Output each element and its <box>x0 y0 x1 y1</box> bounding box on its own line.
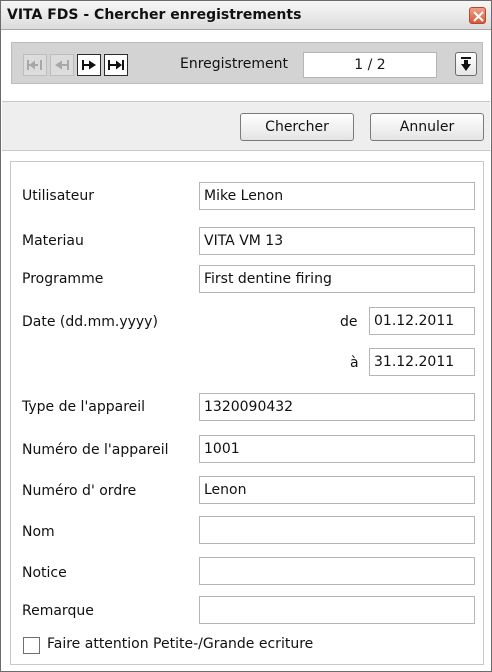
record-navigator: Enregistrement 1 / 2 <box>11 42 483 84</box>
cancel-button[interactable]: Annuler <box>370 113 484 141</box>
last-record-button[interactable] <box>104 54 128 76</box>
search-button[interactable]: Chercher <box>240 113 354 141</box>
user-field[interactable]: Mike Lenon <box>199 182 475 210</box>
notice-label: Notice <box>22 565 67 581</box>
record-label: Enregistrement <box>180 56 289 72</box>
previous-record-icon <box>55 60 69 70</box>
user-label: Utilisateur <box>22 188 95 204</box>
material-field[interactable]: VITA VM 13 <box>199 227 475 255</box>
first-record-icon <box>27 60 42 70</box>
name-label: Nom <box>22 524 55 540</box>
order-number-label: Numéro d' ordre <box>22 483 137 499</box>
first-record-button[interactable] <box>23 54 47 76</box>
order-number-field[interactable]: Lenon <box>199 476 475 504</box>
action-bar: Chercher Annuler <box>2 101 490 151</box>
record-position-field[interactable]: 1 / 2 <box>303 52 437 78</box>
window-title: VITA FDS - Chercher enregistrements <box>7 7 302 23</box>
case-sensitive-label[interactable]: Faire attention Petite-/Grande ecriture <box>47 636 313 652</box>
remark-label: Remarque <box>22 603 94 619</box>
case-sensitive-checkbox[interactable] <box>23 637 40 654</box>
device-type-label: Type de l'appareil <box>22 399 146 415</box>
device-number-field[interactable]: 1001 <box>199 435 475 463</box>
date-to-field[interactable]: 31.12.2011 <box>369 348 475 376</box>
remark-field[interactable] <box>199 596 475 624</box>
previous-record-button[interactable] <box>50 54 74 76</box>
search-records-dialog: VITA FDS - Chercher enregistrements Enre… <box>0 0 492 672</box>
search-form: Utilisateur Mike Lenon Materiau VITA VM … <box>10 161 484 665</box>
next-record-button[interactable] <box>77 54 101 76</box>
material-label: Materiau <box>22 233 84 249</box>
chevron-down-icon <box>461 57 471 71</box>
device-number-label: Numéro de l'appareil <box>22 442 169 458</box>
date-label: Date (dd.mm.yyyy) <box>22 314 158 330</box>
program-label: Programme <box>22 271 104 287</box>
expand-button[interactable] <box>455 52 477 76</box>
program-field[interactable]: First dentine firing <box>199 265 475 293</box>
date-to-label: à <box>350 355 359 371</box>
close-button[interactable] <box>469 7 486 24</box>
last-record-icon <box>108 60 124 70</box>
notice-field[interactable] <box>199 557 475 585</box>
close-icon <box>473 11 484 22</box>
date-from-label: de <box>340 314 358 330</box>
name-field[interactable] <box>199 516 475 544</box>
title-bar[interactable]: VITA FDS - Chercher enregistrements <box>1 1 491 30</box>
device-type-field[interactable]: 1320090432 <box>199 393 475 421</box>
next-record-icon <box>82 60 96 70</box>
date-from-field[interactable]: 01.12.2011 <box>369 307 475 335</box>
